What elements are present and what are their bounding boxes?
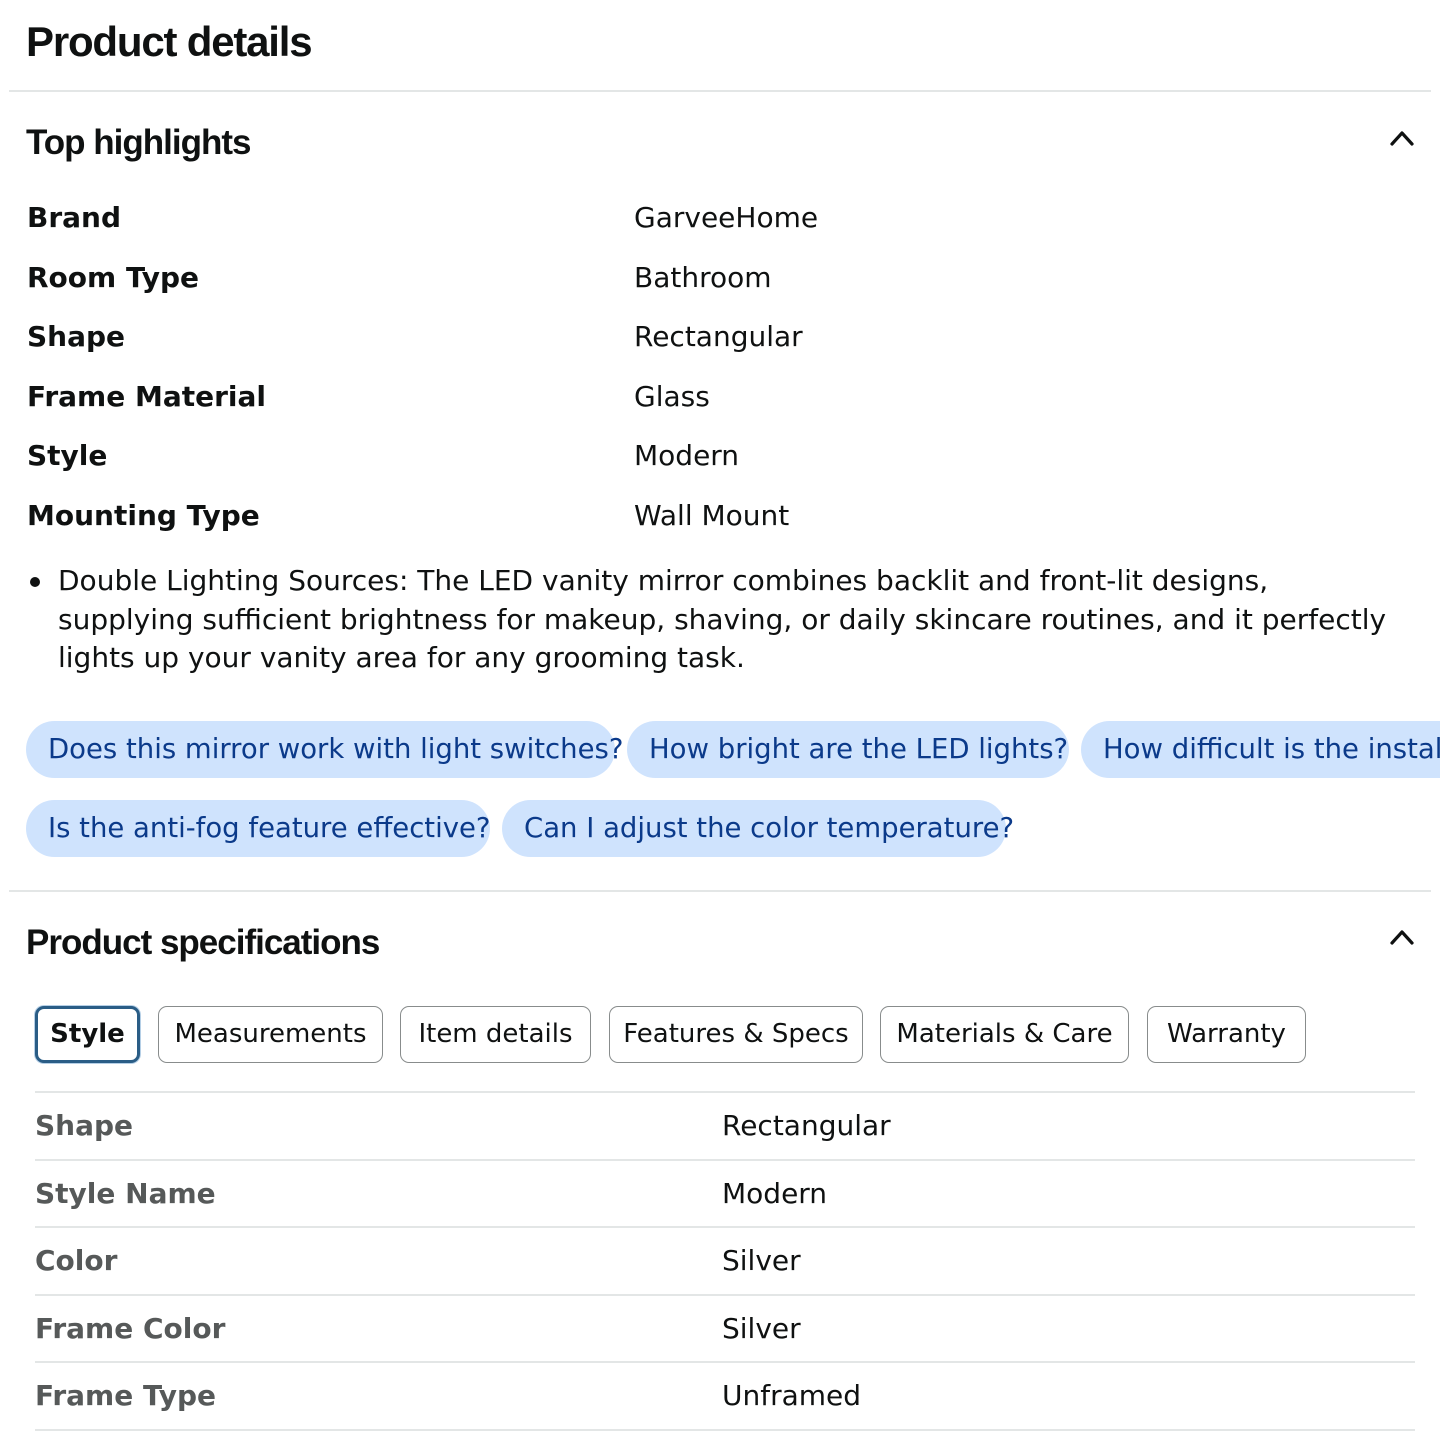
spec-row: Color Silver — [35, 1241, 1415, 1281]
spec-row: Frame Color Silver — [35, 1309, 1415, 1349]
divider — [9, 890, 1431, 892]
tab-style[interactable]: Style — [35, 1006, 140, 1063]
table-divider — [35, 1429, 1415, 1431]
question-chip[interactable]: Is the anti-fog feature effective? — [26, 800, 491, 857]
highlight-label: Room Type — [27, 261, 200, 294]
highlight-value: Bathroom — [634, 261, 772, 294]
tab-features-specs[interactable]: Features & Specs — [609, 1006, 863, 1063]
spec-row: Shape Rectangular — [35, 1106, 1415, 1146]
top-highlights-title: Top highlights — [26, 123, 251, 162]
spec-value: Rectangular — [722, 1109, 891, 1142]
spec-value: Unframed — [722, 1379, 862, 1412]
table-divider — [35, 1091, 1415, 1093]
spec-label: Frame Color — [35, 1312, 226, 1345]
spec-row: Frame Type Unframed — [35, 1376, 1415, 1416]
question-chip[interactable]: How difficult is the install — [1081, 721, 1440, 778]
product-specifications-title: Product specifications — [26, 923, 380, 962]
question-chip[interactable]: How bright are the LED lights? — [627, 721, 1069, 778]
table-divider — [35, 1226, 1415, 1228]
highlight-row: Mounting Type Wall Mount — [27, 496, 1407, 536]
highlight-row: Style Modern — [27, 436, 1407, 476]
bullet-dot-icon — [30, 577, 40, 587]
question-chip[interactable]: Can I adjust the color temperature? — [502, 800, 1014, 857]
highlight-row: Shape Rectangular — [27, 317, 1407, 357]
table-divider — [35, 1294, 1415, 1296]
table-divider — [35, 1159, 1415, 1161]
highlight-label: Frame Material — [27, 380, 266, 413]
highlight-row: Brand GarveeHome — [27, 198, 1407, 238]
spec-label: Color — [35, 1244, 118, 1277]
tab-measurements[interactable]: Measurements — [158, 1006, 383, 1063]
highlight-value: Glass — [634, 380, 710, 413]
page-title: Product details — [26, 18, 313, 65]
spec-value: Silver — [722, 1312, 801, 1345]
chevron-up-icon[interactable] — [1382, 118, 1422, 158]
spec-label: Style Name — [35, 1177, 216, 1210]
tab-item-details[interactable]: Item details — [400, 1006, 591, 1063]
highlight-label: Style — [27, 439, 108, 472]
tab-materials-care[interactable]: Materials & Care — [880, 1006, 1129, 1063]
bullet-item: Double Lighting Sources: The LED vanity … — [27, 562, 1412, 678]
spec-value: Silver — [722, 1244, 801, 1277]
chevron-up-icon[interactable] — [1382, 917, 1422, 957]
question-chip[interactable]: Does this mirror work with light switche… — [26, 721, 623, 778]
spec-label: Shape — [35, 1109, 134, 1142]
highlight-bullets: Double Lighting Sources: The LED vanity … — [27, 562, 1412, 678]
divider — [9, 90, 1431, 92]
bullet-text: Double Lighting Sources: The LED vanity … — [58, 564, 1387, 674]
highlight-value: Modern — [634, 439, 740, 472]
highlight-row: Room Type Bathroom — [27, 258, 1407, 298]
highlight-row: Frame Material Glass — [27, 377, 1407, 417]
spec-value: Modern — [722, 1177, 828, 1210]
highlight-value: GarveeHome — [634, 201, 819, 234]
spec-label: Frame Type — [35, 1379, 217, 1412]
tab-warranty[interactable]: Warranty — [1147, 1006, 1306, 1063]
highlight-value: Rectangular — [634, 320, 803, 353]
highlight-label: Brand — [27, 201, 122, 234]
table-divider — [35, 1361, 1415, 1363]
spec-row: Style Name Modern — [35, 1174, 1415, 1214]
highlight-label: Mounting Type — [27, 499, 260, 532]
highlight-label: Shape — [27, 320, 126, 353]
highlight-value: Wall Mount — [634, 499, 790, 532]
